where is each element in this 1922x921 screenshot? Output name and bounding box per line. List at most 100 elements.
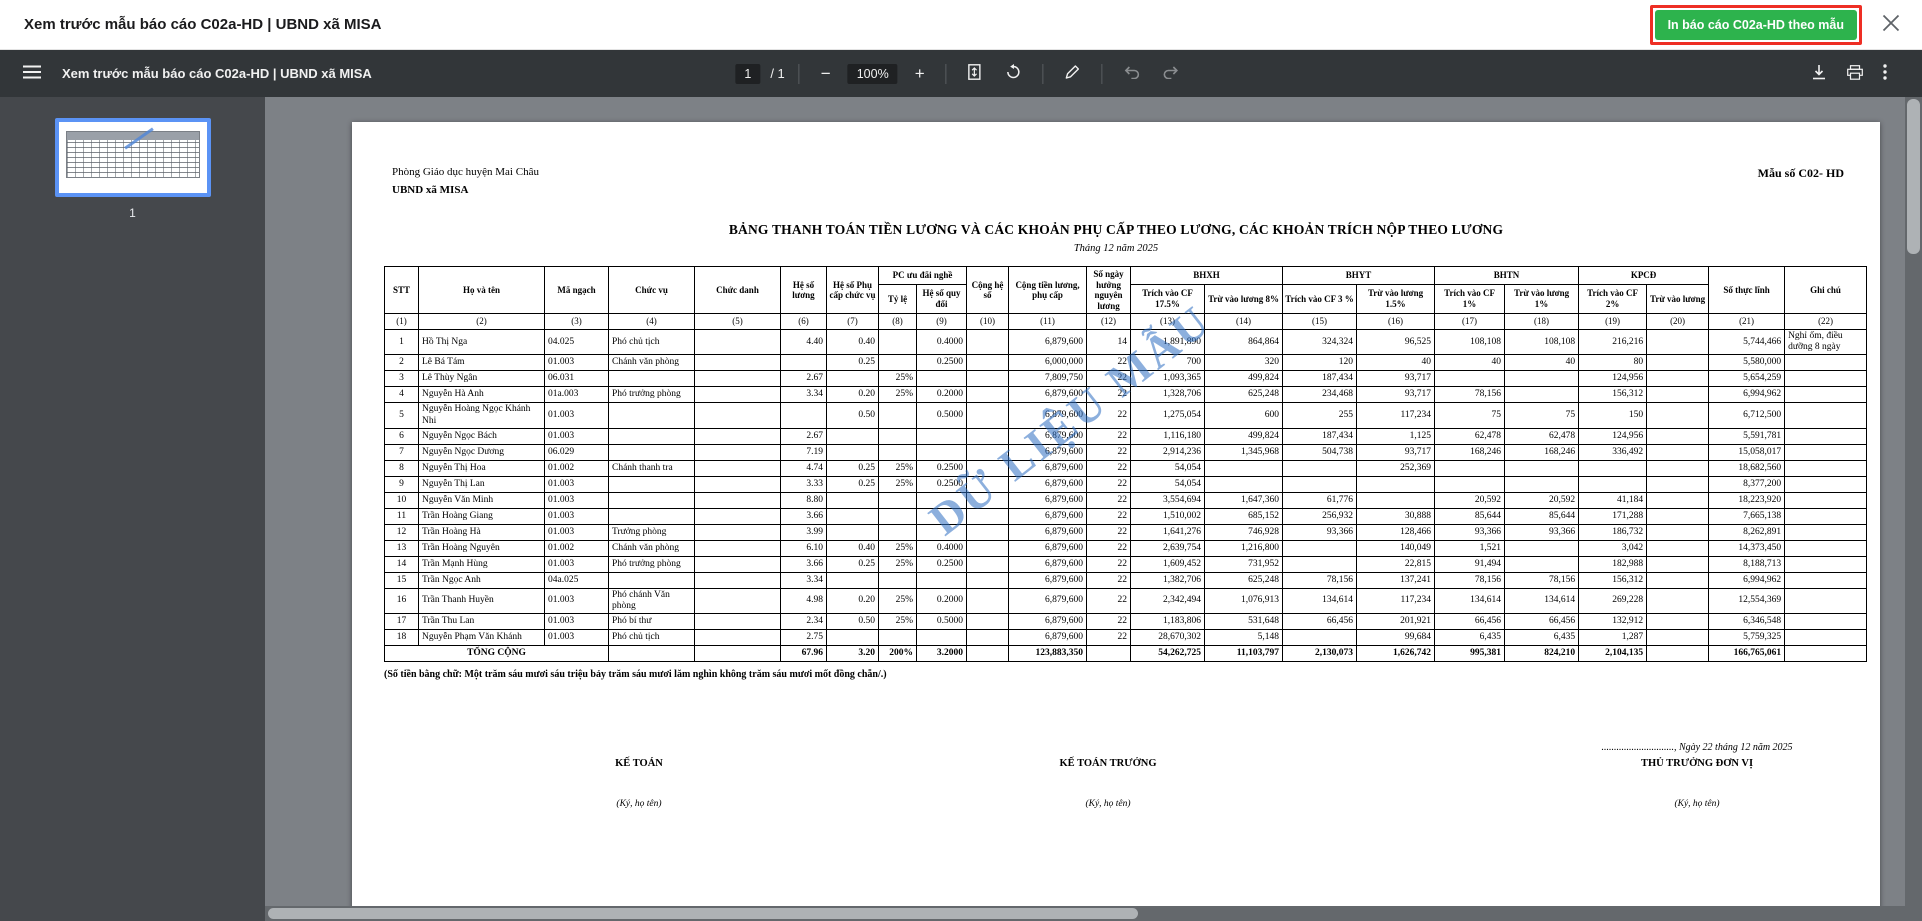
table-cell: 216,216 [1579,330,1647,355]
table-cell [1505,387,1579,403]
table-cell: 01.003 [545,588,609,613]
table-cell: 166,765,061 [1709,646,1785,662]
table-cell: TỔNG CỘNG [385,646,609,662]
table-cell: 40 [1435,355,1505,371]
annotate-button[interactable] [1058,59,1088,88]
table-cell: 85,644 [1505,508,1579,524]
undo-icon [1124,66,1140,82]
table-cell: 150 [1579,403,1647,428]
table-cell [695,355,781,371]
print-button[interactable] [1840,60,1870,88]
table-cell: 22 [1087,355,1131,371]
vertical-scrollbar-thumb[interactable] [1907,99,1920,254]
table-cell: 8,262,891 [1709,524,1785,540]
redo-button[interactable] [1157,61,1187,87]
table-cell: 0.4000 [917,540,967,556]
table-cell [879,508,917,524]
table-cell [967,330,1009,355]
org-block: Phòng Giáo dục huyện Mai Châu UBND xã MI… [392,166,539,196]
undo-button[interactable] [1117,61,1147,87]
table-cell: 25% [879,588,917,613]
zoom-level-input[interactable]: 100% [848,64,898,84]
table-cell [1785,403,1867,428]
col-header: Cộng hệ số [967,267,1009,314]
table-cell: 62,478 [1505,428,1579,444]
horizontal-scrollbar[interactable] [265,906,1905,921]
table-cell: 11,103,797 [1205,646,1283,662]
fit-page-button[interactable] [961,59,989,88]
toolbar-divider [1043,64,1044,84]
download-button[interactable] [1804,59,1834,88]
table-cell: 93,366 [1283,524,1357,540]
table-cell: 117,234 [1357,588,1435,613]
table-cell: 499,824 [1205,428,1283,444]
menu-icon [23,65,41,82]
table-cell [967,403,1009,428]
sidebar-toggle-button[interactable] [16,60,48,87]
col-header: Họ và tên [419,267,545,314]
horizontal-scrollbar-thumb[interactable] [268,908,1138,919]
col-header: Số thực lĩnh [1709,267,1785,314]
page-thumbnail[interactable] [55,118,211,197]
table-cell [967,355,1009,371]
table-cell: Nguyễn Hoàng Ngọc Khánh Nhi [419,403,545,428]
table-cell [1435,476,1505,492]
table-cell: 25% [879,614,917,630]
table-cell: 7,809,750 [1009,371,1087,387]
table-cell: 186,732 [1579,524,1647,540]
table-cell: 93,366 [1435,524,1505,540]
table-cell: 6 [385,428,419,444]
table-cell: 14,373,450 [1709,540,1785,556]
table-cell: 3.2000 [917,646,967,662]
table-cell: 16 [385,588,419,613]
table-cell: 1,216,800 [1205,540,1283,556]
zoom-in-button[interactable]: + [908,60,932,87]
more-options-button[interactable] [1876,59,1894,88]
table-cell [1785,614,1867,630]
print-report-button[interactable]: In báo cáo C02a-HD theo mẫu [1655,10,1857,40]
table-cell: 99,684 [1357,630,1435,646]
table-cell [695,524,781,540]
table-cell: 3.66 [781,556,827,572]
table-row: 2Lê Bá Tám01.003Chánh văn phòng0.250.250… [385,355,1867,371]
table-cell: Trần Thu Lan [419,614,545,630]
table-cell: 06.029 [545,444,609,460]
table-cell [695,371,781,387]
vertical-scrollbar[interactable] [1905,97,1922,921]
table-cell: 168,246 [1505,444,1579,460]
table-cell: 1,125 [1357,428,1435,444]
table-cell [1505,540,1579,556]
table-cell [1785,588,1867,613]
col-group-header: BHXH [1131,267,1283,285]
table-cell: 0.20 [827,387,879,403]
table-cell: 1,275,054 [1131,403,1205,428]
table-cell: 28,670,302 [1131,630,1205,646]
col-subheader: Trừ vào lương [1647,284,1709,314]
table-cell: 6,879,600 [1009,403,1087,428]
rotate-button[interactable] [999,59,1029,88]
page-number-input[interactable]: 1 [735,64,760,84]
table-cell [1505,460,1579,476]
table-cell: 78,156 [1435,572,1505,588]
table-cell: 5,580,000 [1709,355,1785,371]
table-cell: 324,324 [1283,330,1357,355]
table-cell: 2,130,073 [1283,646,1357,662]
table-cell [1647,524,1709,540]
table-cell [967,371,1009,387]
toolbar-divider [799,64,800,84]
table-cell: 6,879,600 [1009,540,1087,556]
table-cell: 2,104,135 [1579,646,1647,662]
table-cell: 0.2500 [917,476,967,492]
table-cell [1283,540,1357,556]
org-unit-name: UBND xã MISA [392,184,539,196]
table-cell: 1,116,180 [1131,428,1205,444]
table-cell: 6,994,962 [1709,387,1785,403]
table-cell: 22 [1087,614,1131,630]
table-cell: Phó chủ tịch [609,630,695,646]
dialog-close-button[interactable] [1878,10,1904,39]
table-cell: 04.025 [545,330,609,355]
payroll-table-header: STT Họ và tên Mã ngạch Chức vụ Chức danh… [385,267,1867,330]
col-header: Cộng tiền lương, phụ cấp [1009,267,1087,314]
zoom-out-button[interactable]: − [814,60,838,87]
table-cell: 3.99 [781,524,827,540]
